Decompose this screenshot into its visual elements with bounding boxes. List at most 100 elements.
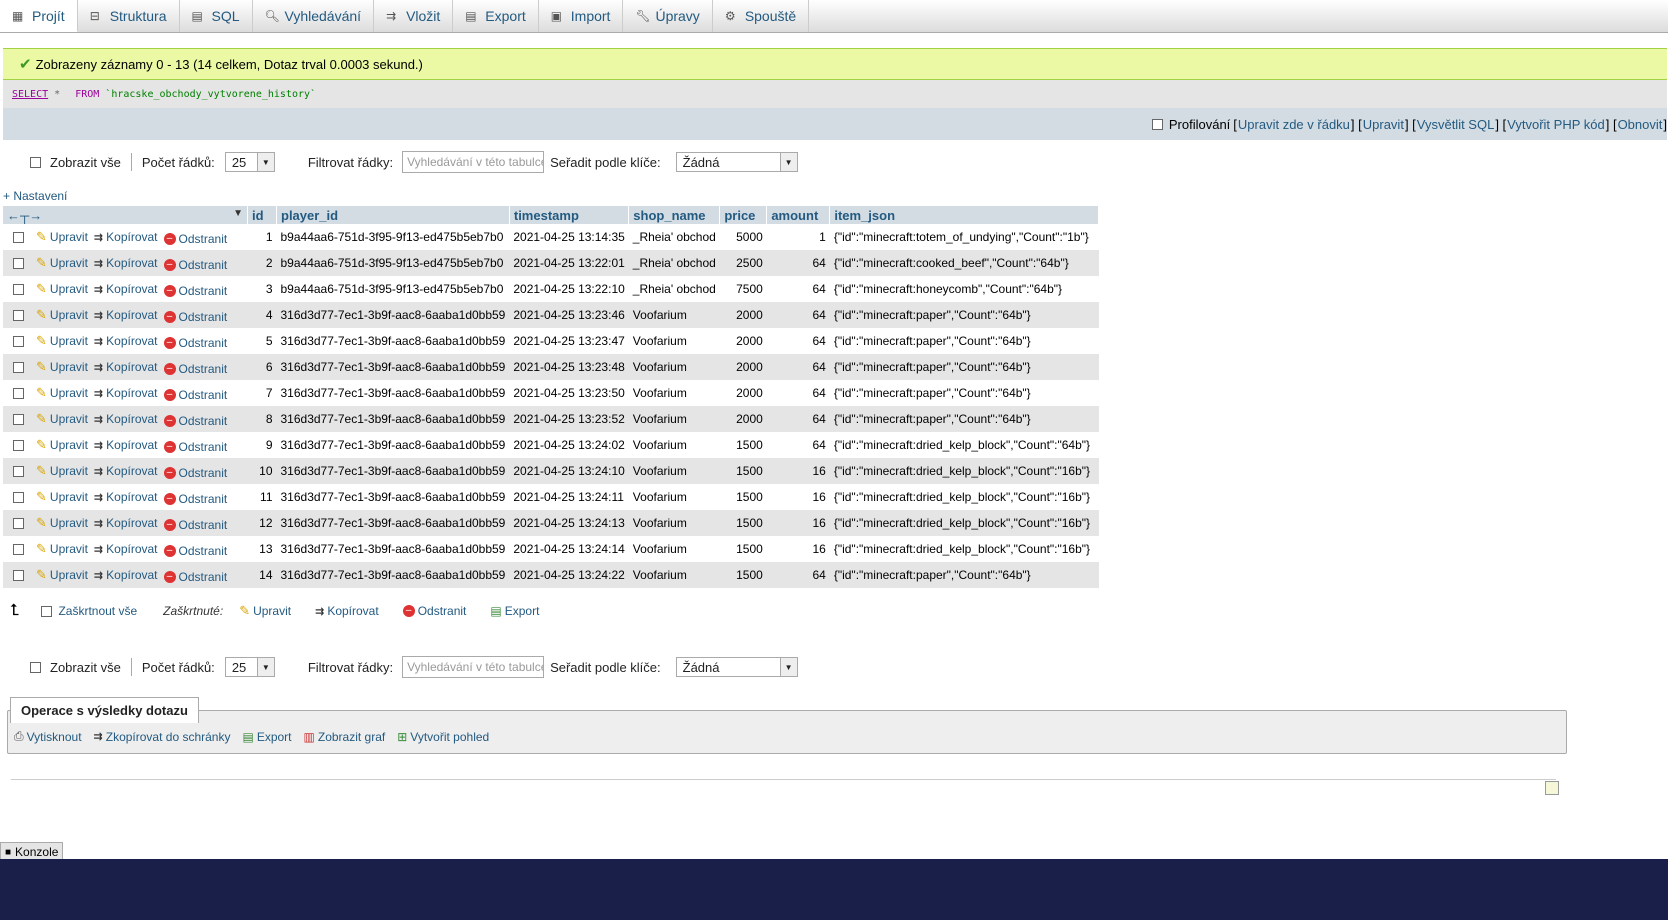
row-edit-button[interactable]: ✎ Upravit [36,307,88,323]
cell-id[interactable]: 2 [247,250,277,276]
cell-player_id[interactable]: b9a44aa6-751d-3f95-9f13-ed475b5eb7b0 [276,224,510,250]
cell-id[interactable]: 6 [247,354,277,380]
row-delete-button[interactable]: – Odstranit [163,414,227,428]
column-header-timestamp[interactable]: timestamp [509,206,630,224]
cell-timestamp[interactable]: 2021-04-25 13:23:50 [509,380,629,406]
column-header-id[interactable]: id [247,206,277,224]
row-checkbox[interactable] [13,517,24,529]
cell-shop_name[interactable]: Voofarium [628,432,720,458]
row-delete-button[interactable]: – Odstranit [163,336,227,350]
cell-id[interactable]: 11 [247,484,277,510]
cell-amount[interactable]: 64 [766,328,830,354]
create-php-link[interactable]: Vytvořit PHP kód [1507,117,1605,132]
tab-0[interactable]: ▦ Projít [0,0,78,32]
bulk-copy-button[interactable]: ⇉ Kopírovat [315,604,379,618]
cell-amount[interactable]: 64 [766,354,830,380]
tab-8[interactable]: ⚙ Spouště [713,0,810,32]
tab-3[interactable]: 🔍︎ Vyhledávání [253,0,375,32]
row-checkbox[interactable] [13,257,24,269]
cell-timestamp[interactable]: 2021-04-25 13:14:35 [509,224,629,250]
column-header-player_id[interactable]: player_id [276,206,510,224]
cell-shop_name[interactable]: Voofarium [628,406,720,432]
cell-price[interactable]: 2500 [719,250,767,276]
cell-timestamp[interactable]: 2021-04-25 13:24:02 [509,432,629,458]
cell-id[interactable]: 8 [247,406,277,432]
tab-2[interactable]: ▤ SQL [180,0,253,32]
explain-sql-link[interactable]: Vysvětlit SQL [1417,117,1495,132]
cell-item_json[interactable]: {"id":"minecraft:dried_kelp_block","Coun… [829,458,1099,484]
cell-player_id[interactable]: 316d3d77-7ec1-3b9f-aac8-6aaba1d0bb59 [276,406,510,432]
row-edit-button[interactable]: ✎ Upravit [36,567,88,583]
cell-price[interactable]: 1500 [719,536,767,562]
cell-item_json[interactable]: {"id":"minecraft:honeycomb","Count":"64b… [829,276,1099,302]
row-copy-button[interactable]: ⇉ Kopírovat [94,308,158,322]
cell-timestamp[interactable]: 2021-04-25 13:23:47 [509,328,629,354]
cell-amount[interactable]: 64 [766,250,830,276]
cell-player_id[interactable]: 316d3d77-7ec1-3b9f-aac8-6aaba1d0bb59 [276,562,510,588]
cell-price[interactable]: 1500 [719,510,767,536]
row-checkbox[interactable] [13,361,24,373]
cell-id[interactable]: 13 [247,536,277,562]
cell-price[interactable]: 1500 [719,458,767,484]
settings-link[interactable]: + Nastavení [3,189,67,203]
cell-id[interactable]: 10 [247,458,277,484]
row-copy-button[interactable]: ⇉ Kopírovat [94,542,158,556]
cell-shop_name[interactable]: Voofarium [628,354,720,380]
row-edit-button[interactable]: ✎ Upravit [36,255,88,271]
row-copy-button[interactable]: ⇉ Kopírovat [94,256,158,270]
column-header-amount[interactable]: amount [766,206,831,224]
check-all-link[interactable]: Zaškrtnout vše [58,604,137,618]
row-edit-button[interactable]: ✎ Upravit [36,437,88,453]
print-button[interactable]: ⎙ Vytisknout [14,729,82,744]
row-copy-button[interactable]: ⇉ Kopírovat [94,282,158,296]
cell-amount[interactable]: 16 [766,536,830,562]
row-copy-button[interactable]: ⇉ Kopírovat [94,334,158,348]
cell-amount[interactable]: 16 [766,484,830,510]
row-delete-button[interactable]: – Odstranit [163,258,227,272]
row-delete-button[interactable]: – Odstranit [163,284,227,298]
cell-shop_name[interactable]: Voofarium [628,380,720,406]
cell-id[interactable]: 4 [247,302,277,328]
bulk-export-button[interactable]: ▤ Export [490,604,539,618]
cell-timestamp[interactable]: 2021-04-25 13:23:46 [509,302,629,328]
cell-id[interactable]: 12 [247,510,277,536]
cell-price[interactable]: 2000 [719,406,767,432]
row-copy-button[interactable]: ⇉ Kopírovat [94,438,158,452]
column-arrows-header[interactable]: ←┬→ ▼ [3,206,248,224]
sort-select[interactable]: Žádná ▼ [675,152,798,172]
cell-amount[interactable]: 16 [766,458,830,484]
cell-amount[interactable]: 16 [766,510,830,536]
cell-price[interactable]: 2000 [719,302,767,328]
row-delete-button[interactable]: – Odstranit [163,362,227,376]
sql-query-box[interactable]: SELECT * FROM `hracske_obchody_vytvorene… [3,80,1667,108]
cell-item_json[interactable]: {"id":"minecraft:paper","Count":"64b"} [829,406,1099,432]
cell-amount[interactable]: 64 [766,406,830,432]
bulk-delete-button[interactable]: – Odstranit [402,604,466,618]
cell-shop_name[interactable]: Voofarium [628,302,720,328]
row-delete-button[interactable]: – Odstranit [163,466,227,480]
cell-amount[interactable]: 64 [766,380,830,406]
row-delete-button[interactable]: – Odstranit [163,310,227,324]
cell-id[interactable]: 1 [247,224,277,250]
tab-5[interactable]: ▤ Export [453,0,539,32]
cell-id[interactable]: 7 [247,380,277,406]
cell-shop_name[interactable]: Voofarium [628,510,720,536]
row-checkbox[interactable] [13,439,24,451]
cell-item_json[interactable]: {"id":"minecraft:paper","Count":"64b"} [829,354,1099,380]
row-delete-button[interactable]: – Odstranit [163,518,227,532]
cell-player_id[interactable]: 316d3d77-7ec1-3b9f-aac8-6aaba1d0bb59 [276,354,510,380]
cell-item_json[interactable]: {"id":"minecraft:dried_kelp_block","Coun… [829,510,1099,536]
row-edit-button[interactable]: ✎ Upravit [36,333,88,349]
cell-player_id[interactable]: 316d3d77-7ec1-3b9f-aac8-6aaba1d0bb59 [276,458,510,484]
tab-1[interactable]: ⊟ Struktura [78,0,180,32]
bulk-edit-button[interactable]: ✎ Upravit [239,603,291,619]
cell-item_json[interactable]: {"id":"minecraft:dried_kelp_block","Coun… [829,432,1099,458]
cell-player_id[interactable]: 316d3d77-7ec1-3b9f-aac8-6aaba1d0bb59 [276,536,510,562]
tab-7[interactable]: 🔧︎ Úpravy [623,0,713,32]
rows-select[interactable]: 25 ▼ [224,152,275,172]
row-edit-button[interactable]: ✎ Upravit [36,281,88,297]
cell-id[interactable]: 5 [247,328,277,354]
row-delete-button[interactable]: – Odstranit [163,544,227,558]
cell-price[interactable]: 1500 [719,432,767,458]
sort-select[interactable]: Žádná ▼ [675,657,798,677]
